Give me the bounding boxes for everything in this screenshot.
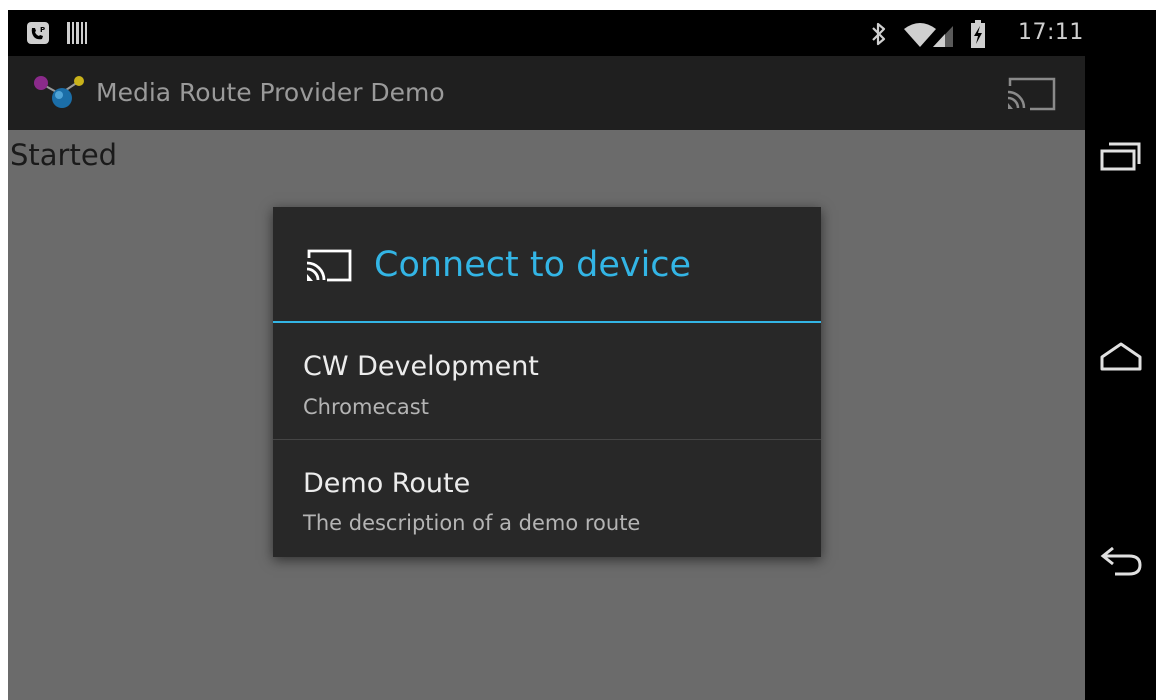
back-icon [1100,546,1142,576]
route-item-cw-development[interactable]: CW Development Chromecast [273,323,821,439]
home-button[interactable] [1099,340,1143,378]
route-description: The description of a demo route [303,511,641,535]
signal-icon [931,24,955,52]
action-bar: Media Route Provider Demo [8,56,1085,130]
cast-icon [305,249,353,287]
device-screen: P 17:11 Media Route Provider Demo Starte… [8,10,1156,700]
app-title: Media Route Provider Demo [96,78,445,107]
status-text: Started [10,138,118,172]
route-name: Demo Route [303,468,471,499]
route-description: Chromecast [303,395,429,419]
route-name: CW Development [303,351,539,382]
route-item-demo-route[interactable]: Demo Route The description of a demo rou… [273,440,821,556]
barcode-icon [65,21,89,49]
cast-icon [1007,77,1056,111]
connect-dialog: Connect to device CW Development Chromec… [273,207,821,557]
battery-charging-icon [970,20,986,52]
recent-apps-icon [1100,142,1141,171]
cast-button[interactable] [1004,76,1060,116]
bluetooth-icon [870,21,888,51]
recent-apps-button[interactable] [1099,136,1143,180]
status-bar: P 17:11 [8,10,1085,56]
back-button[interactable] [1099,542,1143,586]
home-icon [1100,342,1142,371]
navigation-bar [1085,10,1156,700]
voicemail-icon: P [26,21,50,49]
dialog-header: Connect to device [273,207,821,321]
app-logo-icon[interactable] [32,72,88,116]
status-time: 17:11 [1018,20,1084,45]
svg-text:P: P [40,26,45,34]
dialog-title: Connect to device [374,245,692,285]
